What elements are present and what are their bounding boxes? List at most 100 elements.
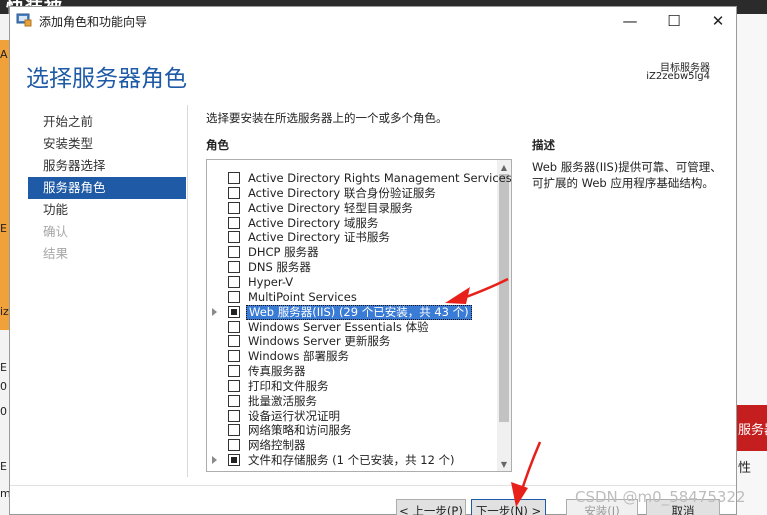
role-label: Active Directory 证书服务 [248,230,390,245]
role-row[interactable]: Windows 部署服务 [207,349,497,364]
wizard-window: 添加角色和功能向导 — ☐ ✕ 选择服务器角色 目标服务器 iZ2zebw5lg… [9,6,737,515]
roles-header: 角色 [206,138,229,152]
wizard-nav: 开始之前 安装类型 服务器选择 服务器角色 功能确认结果 [28,111,186,265]
role-label: DHCP 服务器 [248,245,319,260]
nav-item[interactable]: 开始之前 [28,111,186,133]
role-label: Windows Server 更新服务 [248,334,391,349]
role-checkbox[interactable] [228,424,240,437]
role-checkbox[interactable] [228,409,240,422]
role-checkbox[interactable] [228,201,240,214]
desktop-left-fragment: 0 [0,405,7,418]
server-manager-icon [16,13,32,27]
desktop-left-fragment: E [0,460,7,473]
role-row[interactable]: Hyper-V [207,275,497,290]
role-row[interactable]: 文件和存储服务 (1 个已安装，共 12 个) [207,453,497,468]
nav-item: 确认 [43,224,69,239]
maximize-button[interactable]: ☐ [652,7,696,35]
role-row[interactable]: 网络策略和访问服务 [207,423,497,438]
role-label: 设备运行状况证明 [248,408,340,423]
title-bar[interactable]: 添加角色和功能向导 — ☐ ✕ [10,7,736,35]
expand-arrow-icon[interactable] [212,456,217,465]
role-label: 文件和存储服务 (1 个已安装，共 12 个) [248,453,455,468]
role-checkbox[interactable] [228,246,240,259]
window-title: 添加角色和功能向导 [39,15,148,29]
role-row[interactable]: Active Directory 证书服务 [207,230,497,245]
role-label: MultiPoint Services [248,289,357,304]
nav-divider [187,105,188,477]
role-row[interactable]: Web 服务器(IIS) (29 个已安装，共 43 个) [207,304,497,320]
desktop-left-fragment: 0 [0,380,7,393]
role-checkbox[interactable] [228,439,240,452]
role-checkbox[interactable] [228,320,240,333]
roles-list-scrollbar[interactable]: ▲ ▼ [497,160,511,471]
role-checkbox[interactable] [228,231,240,244]
desktop-left-fragment: E [0,361,7,374]
minimize-button[interactable]: — [608,7,652,35]
role-label: Active Directory 联合身份验证服务 [248,185,436,200]
role-row[interactable]: Active Directory 轻型目录服务 [207,201,497,216]
role-row[interactable]: DNS 服务器 [207,260,497,275]
role-checkbox[interactable] [228,261,240,274]
nav-item[interactable]: 服务器角色 [28,177,186,199]
role-checkbox[interactable] [228,276,240,288]
desktop-left-fragment: E [0,222,7,235]
role-label: DNS 服务器 [248,260,311,275]
role-row[interactable]: Windows Server 更新服务 [207,334,497,349]
role-row[interactable]: Active Directory 域服务 [207,216,497,231]
role-checkbox[interactable] [228,394,240,407]
role-row[interactable]: MultiPoint Services [207,290,497,305]
role-label: Active Directory 轻型目录服务 [248,200,413,215]
role-checkbox[interactable] [228,350,240,363]
next-button[interactable]: 下一步(N) > [471,499,546,515]
role-checkbox[interactable] [228,216,240,229]
role-row[interactable]: DHCP 服务器 [207,245,497,260]
role-label: Web 服务器(IIS) (29 个已安装，共 43 个) [246,304,472,320]
role-checkbox[interactable] [228,186,240,199]
role-row[interactable]: 传真服务器 [207,364,497,379]
role-label: 网络控制器 [248,438,306,453]
role-row[interactable]: 网络控制器 [207,438,497,453]
nav-item: 结果 [43,246,69,261]
role-checkbox[interactable] [228,290,240,303]
role-label: Hyper-V [248,275,294,289]
nav-item[interactable]: 安装类型 [28,133,186,155]
role-checkbox[interactable] [228,365,240,377]
role-label: 打印和文件服务 [248,378,329,393]
footer-divider [10,485,736,486]
close-button[interactable]: ✕ [696,7,740,35]
desktop-left-fragment: A [0,48,8,61]
scroll-down-arrow-icon[interactable]: ▼ [497,457,511,471]
role-row[interactable]: 设备运行状况证明 [207,409,497,424]
role-checkbox[interactable] [228,379,240,392]
intro-text: 选择要安装在所选服务器上的一个或多个角色。 [206,111,448,125]
description-header: 描述 [532,138,555,152]
description-text: Web 服务器(IIS)提供可靠、可管理、可扩展的 Web 应用程序基础结构。 [532,160,722,190]
previous-button[interactable]: < 上一步(P) [396,499,466,515]
nav-item[interactable]: 功能 [28,199,186,221]
nav-item[interactable]: 服务器选择 [28,155,186,177]
role-row[interactable]: 批量激活服务 [207,394,497,409]
role-row[interactable]: Active Directory Rights Management Servi… [207,171,511,186]
role-label: Windows Server Essentials 体验 [248,319,429,334]
role-label: 传真服务器 [248,364,306,378]
role-label: 批量激活服务 [248,393,317,408]
role-checkbox[interactable] [228,305,240,318]
role-label: Active Directory Rights Management Servi… [248,171,512,185]
role-row[interactable]: Active Directory 联合身份验证服务 [207,186,497,201]
role-label: 网络策略和访问服务 [248,423,352,438]
role-row[interactable]: 打印和文件服务 [207,379,497,394]
csdn-watermark: CSDN @m0_58475322 [575,488,746,506]
expand-arrow-icon[interactable] [212,307,217,316]
role-label: Windows 部署服务 [248,349,349,364]
scroll-thumb[interactable] [499,174,509,422]
role-checkbox[interactable] [228,454,240,467]
role-row[interactable]: Windows Server Essentials 体验 [207,320,497,335]
roles-list[interactable]: ▲ ▼ Active Directory Rights Management S… [206,159,512,472]
role-checkbox[interactable] [228,335,240,348]
desktop-right-red-text: 服务器 [738,423,767,438]
role-label: Active Directory 域服务 [248,215,379,230]
desktop-right-text: 性 [738,461,752,476]
page-title: 选择服务器角色 [26,66,187,92]
desktop-left-fragment: iz [0,305,9,318]
role-checkbox[interactable] [228,172,240,184]
